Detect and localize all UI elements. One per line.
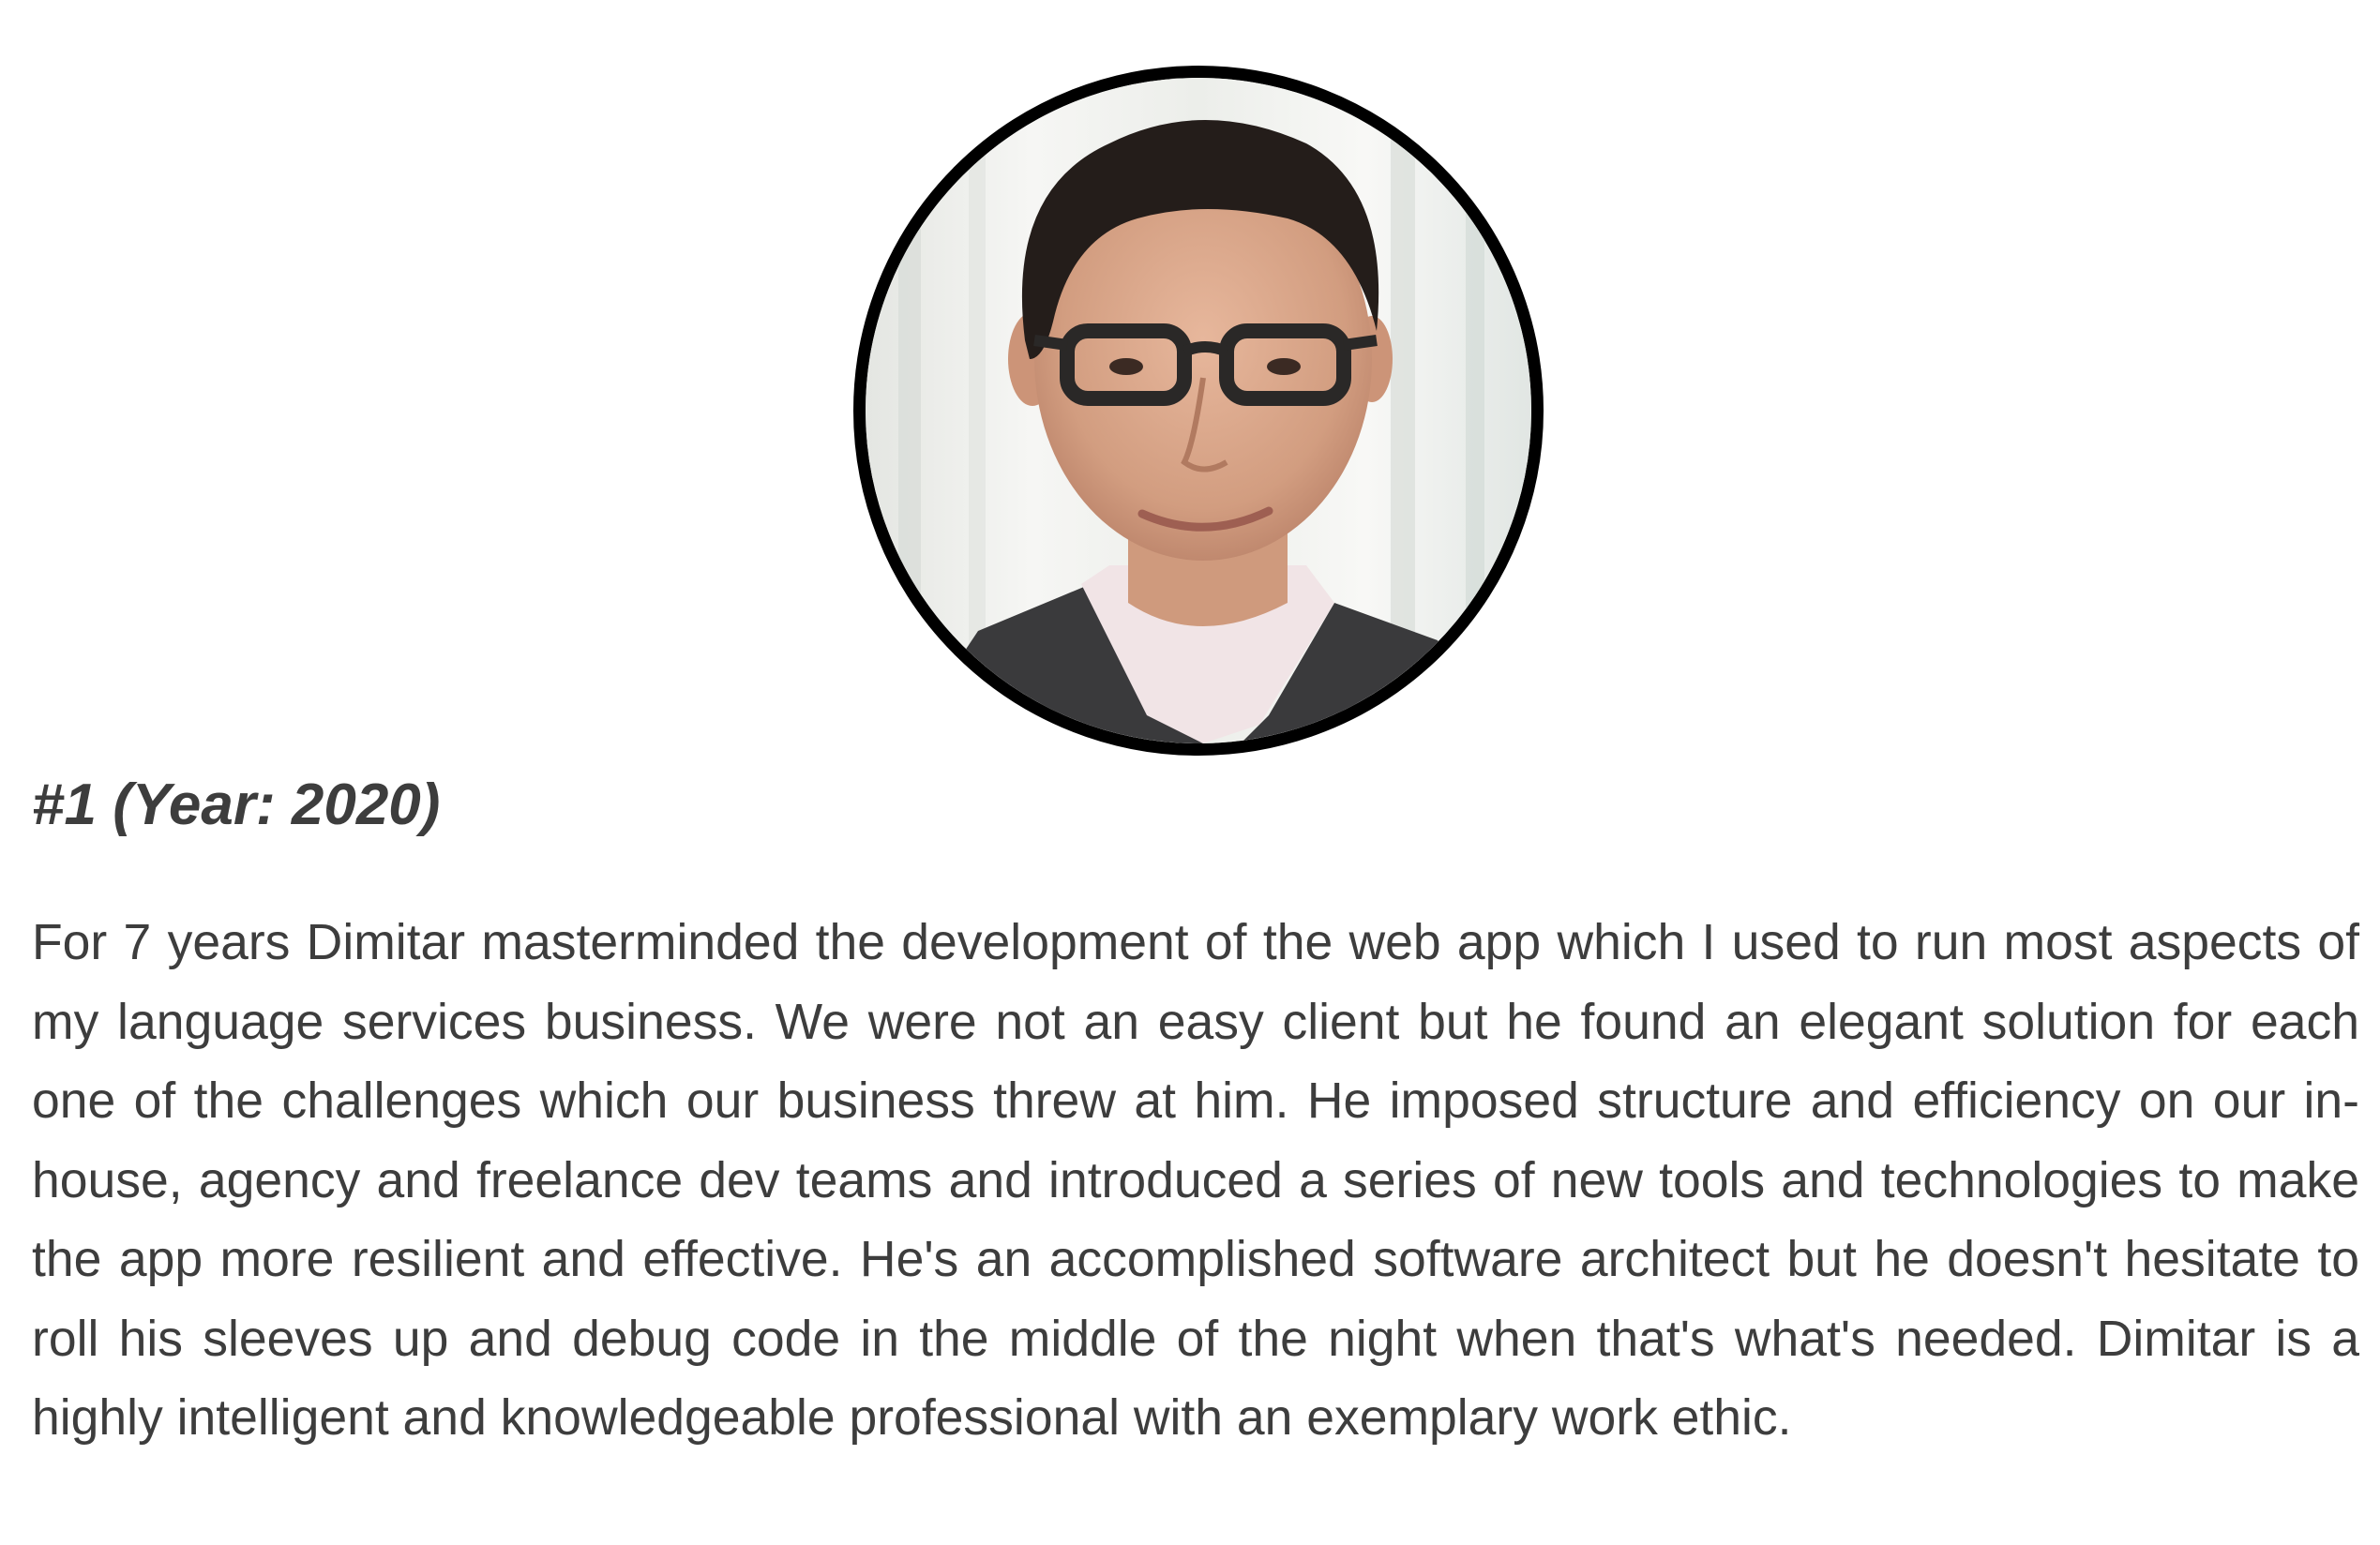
testimonial-quote: For 7 years Dimitar masterminded the dev… xyxy=(32,915,2359,1446)
avatar xyxy=(853,66,1544,756)
testimonial-card: #1 (Year: 2020) For 7 years Dimitar mast… xyxy=(0,0,2380,1545)
testimonial-title: #1 (Year: 2020) xyxy=(32,772,441,837)
person-portrait-icon xyxy=(866,78,1531,743)
